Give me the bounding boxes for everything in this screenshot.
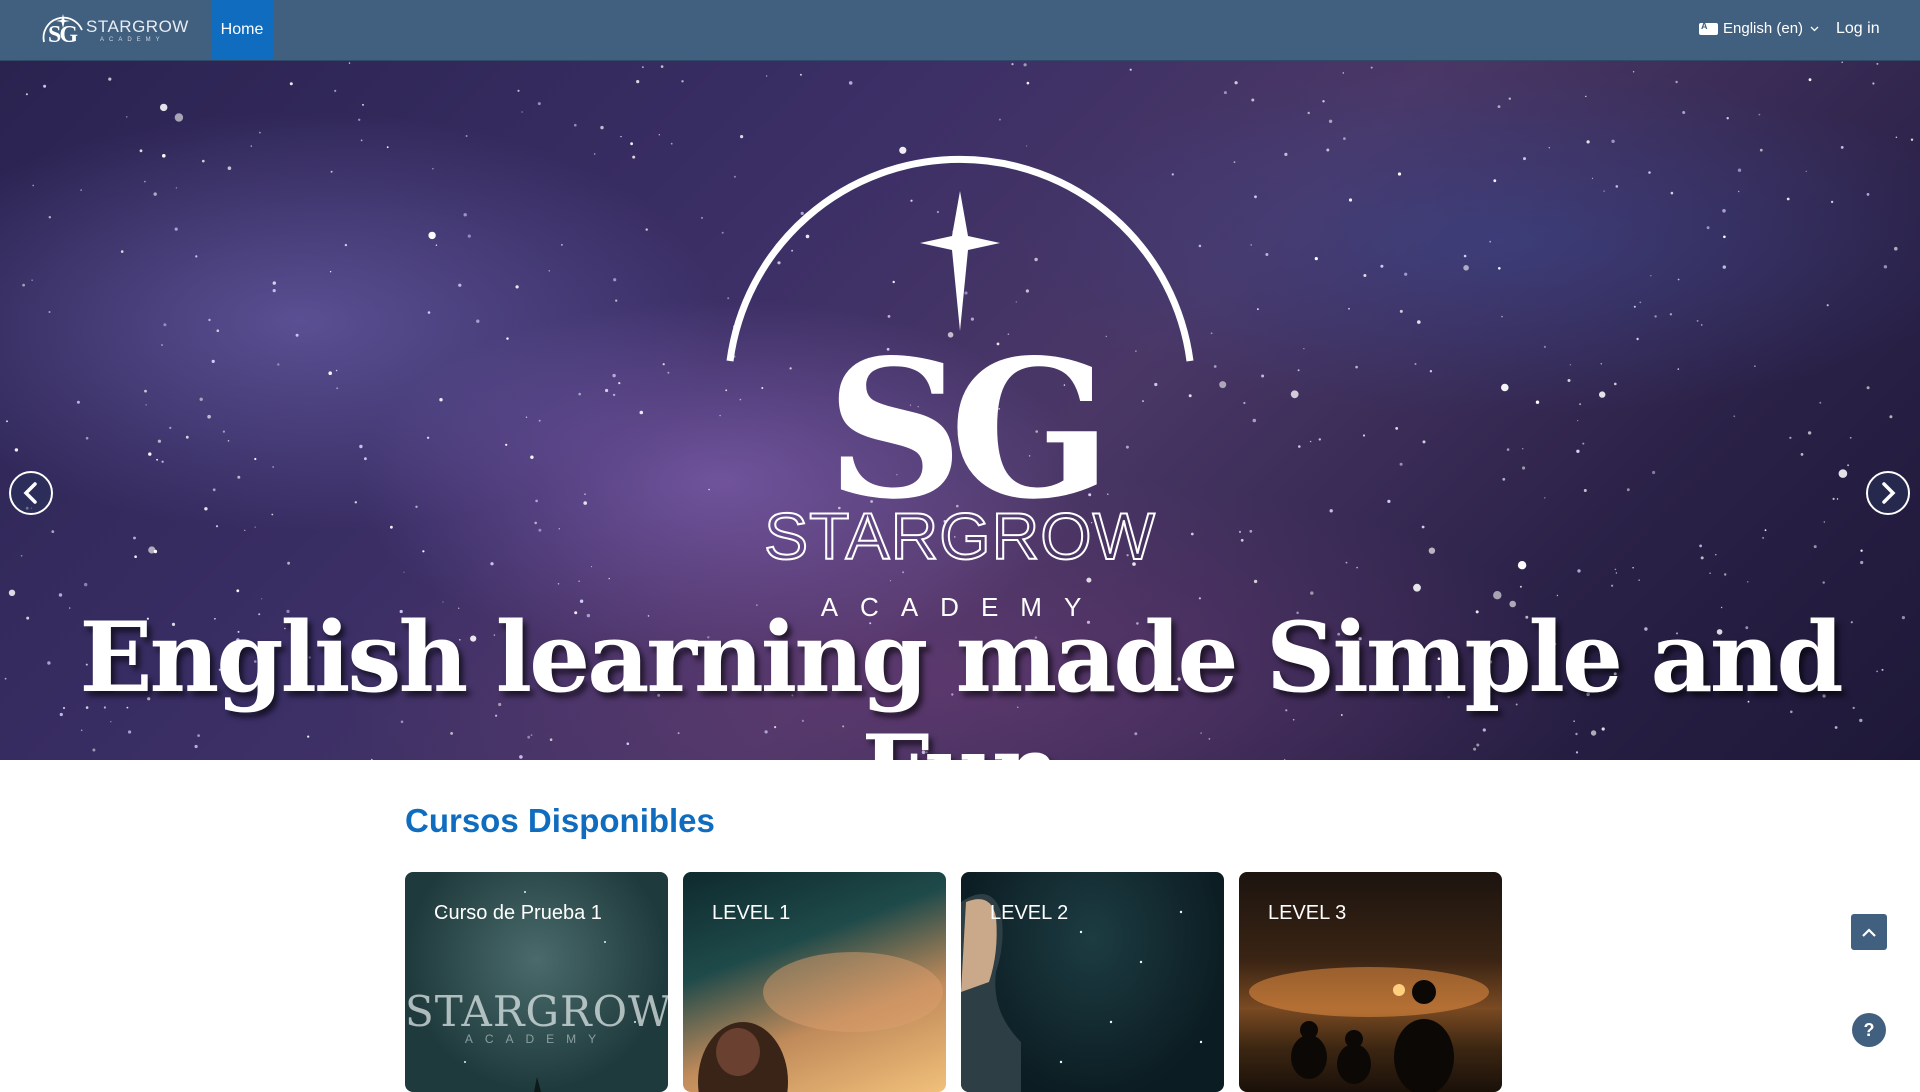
brand-mark: SG [38, 12, 92, 48]
course-card-title: LEVEL 2 [990, 902, 1069, 924]
carousel-prev-button[interactable] [9, 471, 53, 515]
section-title-courses: Cursos Disponibles [405, 802, 715, 839]
language-icon [1699, 21, 1718, 35]
course-card-watermark: STARGROW [405, 987, 668, 1036]
chevron-down-icon [1810, 23, 1819, 35]
course-card-title: LEVEL 1 [712, 902, 791, 924]
chevron-right-icon [1882, 482, 1896, 504]
site-logo[interactable]: SG STARGROW ACADEMY [38, 12, 198, 48]
help-button[interactable]: ? [1852, 1013, 1886, 1047]
course-card[interactable]: LEVEL 3 [1239, 872, 1502, 1092]
language-menu[interactable]: English (en) [1699, 20, 1819, 37]
top-navbar: SG STARGROW ACADEMY Home English (en) Lo… [0, 0, 1920, 61]
language-label: English (en) [1723, 20, 1804, 37]
course-card[interactable]: LEVEL 1 [683, 872, 946, 1092]
carousel-next-button[interactable] [1866, 471, 1910, 515]
chevron-up-icon [1862, 927, 1876, 937]
hero-carousel: SG STARGROW ACADEMY English learning mad… [0, 61, 1920, 760]
login-link[interactable]: Log in [1836, 20, 1880, 38]
nav-home-link[interactable]: Home [211, 0, 273, 60]
hero-logo-name: STARGROW [764, 499, 1156, 573]
brand-mark-text: SG [48, 22, 78, 48]
course-card-title: Curso de Prueba 1 [434, 902, 602, 924]
course-card-watermark-sub: ACADEMY [464, 1032, 609, 1046]
course-card[interactable]: STARGROW ACADEMY Curso de Prueba 1 [405, 872, 668, 1092]
brand-name: STARGROW [86, 16, 189, 36]
brand-subtitle: ACADEMY [100, 36, 165, 43]
hero-logo: SG STARGROW ACADEMY [726, 155, 1194, 622]
hero-tagline: English learning made Simple and Fun [79, 601, 1843, 760]
course-card-title: LEVEL 3 [1268, 902, 1347, 924]
chevron-left-icon [23, 482, 37, 504]
back-to-top-button[interactable] [1851, 914, 1887, 950]
course-card[interactable]: LEVEL 2 [961, 872, 1224, 1092]
